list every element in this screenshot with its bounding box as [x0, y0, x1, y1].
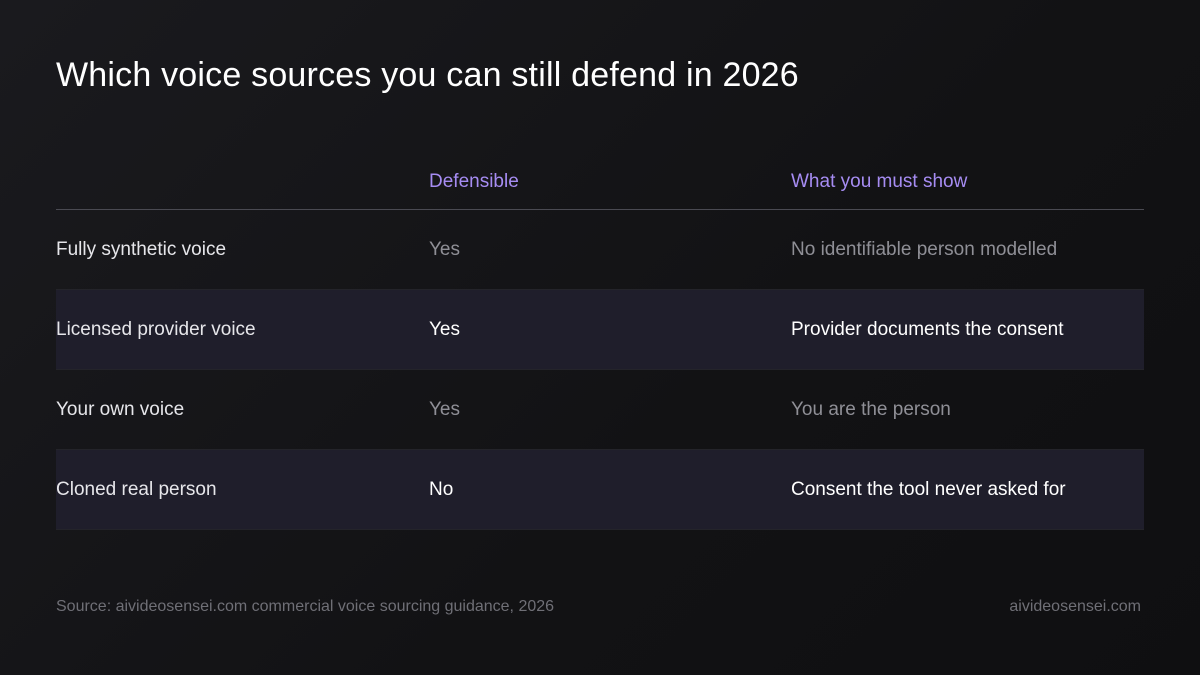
table-row: Your own voice Yes You are the person — [56, 370, 1144, 450]
row-source-label: Licensed provider voice — [56, 318, 256, 340]
row-must-show-value: You are the person — [791, 398, 951, 420]
table-header-row: Defensible What you must show — [56, 158, 1144, 210]
column-header-defensible: Defensible — [429, 171, 519, 192]
table-row-highlighted: Cloned real person No Consent the tool n… — [56, 450, 1144, 530]
source-note: Source: aivideosensei.com commercial voi… — [56, 598, 555, 615]
row-defensible-value: Yes — [429, 238, 460, 260]
row-source-label: Cloned real person — [56, 478, 217, 500]
table-row-highlighted: Licensed provider voice Yes Provider doc… — [56, 290, 1144, 370]
row-defensible-value: No — [429, 478, 454, 500]
row-must-show-value: Consent the tool never asked for — [791, 478, 1066, 500]
voice-sources-table: Defensible What you must show Fully synt… — [56, 158, 1144, 530]
row-must-show-value: No identifiable person modelled — [791, 238, 1058, 260]
page-title: Which voice sources you can still defend… — [56, 56, 799, 94]
table-row: Fully synthetic voice Yes No identifiabl… — [56, 210, 1144, 290]
row-defensible-value: Yes — [429, 398, 460, 420]
row-defensible-value: Yes — [429, 318, 460, 340]
column-header-must-show: What you must show — [791, 171, 968, 192]
row-source-label: Your own voice — [56, 398, 185, 420]
brand-link[interactable]: aivideosensei.com — [1009, 598, 1141, 616]
row-must-show-value: Provider documents the consent — [791, 318, 1064, 340]
row-source-label: Fully synthetic voice — [56, 238, 227, 260]
